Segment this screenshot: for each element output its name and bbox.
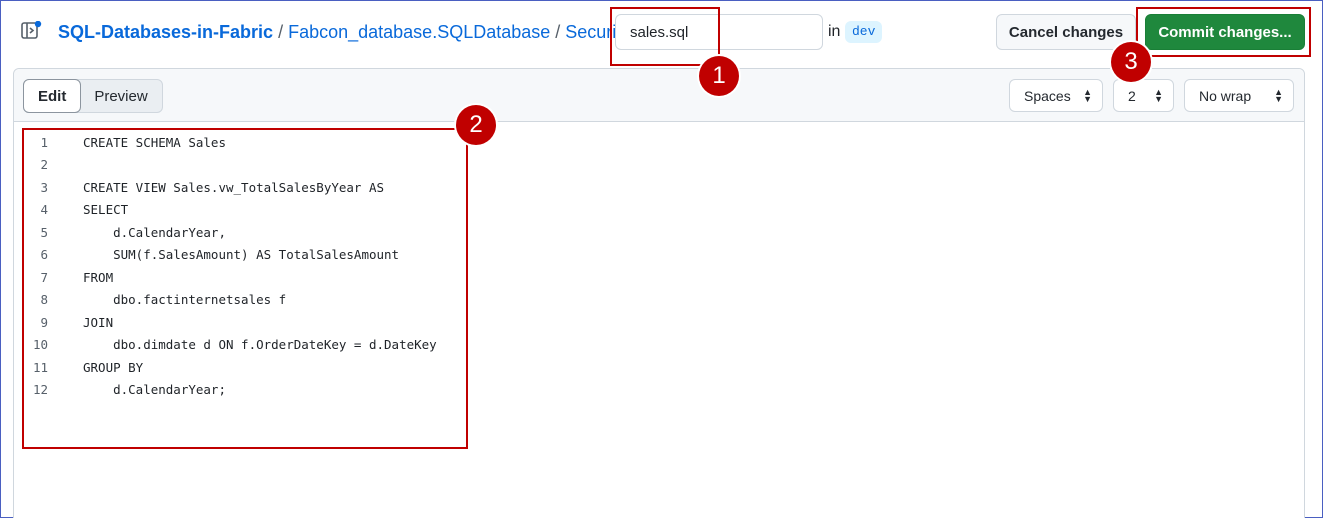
highlight-box-filename xyxy=(610,7,720,66)
indent-size-value: 2 xyxy=(1128,87,1136,104)
updown-arrow-icon: ▲ ▼ xyxy=(1154,86,1163,104)
wrap-mode-select[interactable]: No wrap ▲ ▼ xyxy=(1184,79,1294,112)
edit-preview-toggle: Edit Preview xyxy=(23,79,163,113)
updown-arrow-icon: ▲ ▼ xyxy=(1083,86,1092,104)
breadcrumb-repo-link[interactable]: SQL-Databases-in-Fabric xyxy=(58,22,273,43)
wrap-mode-value: No wrap xyxy=(1199,87,1252,104)
indent-mode-select[interactable]: Spaces ▲ ▼ xyxy=(1009,79,1103,112)
breadcrumb-separator: / xyxy=(555,21,561,42)
breadcrumb-folder-link[interactable]: Fabcon_database.SQLDatabase xyxy=(288,22,550,43)
tab-edit[interactable]: Edit xyxy=(23,79,82,113)
step-marker-1: 1 xyxy=(699,56,739,96)
breadcrumb-separator: / xyxy=(278,21,284,42)
updown-arrow-icon: ▲ ▼ xyxy=(1274,86,1283,104)
highlight-box-commit xyxy=(1136,7,1311,57)
branch-badge: dev xyxy=(845,21,883,43)
sidebar-toggle-icon[interactable] xyxy=(21,20,43,41)
breadcrumb: SQL-Databases-in-Fabric / Fabcon_databas… xyxy=(58,20,645,44)
editor-toolbar: Edit Preview Spaces ▲ ▼ 2 ▲ ▼ No wrap ▲ ▼ xyxy=(14,69,1304,122)
cancel-changes-button[interactable]: Cancel changes xyxy=(996,14,1136,50)
highlight-box-code xyxy=(22,128,468,449)
step-marker-3: 3 xyxy=(1111,42,1151,82)
indent-mode-value: Spaces xyxy=(1024,87,1071,104)
in-label: in xyxy=(828,23,841,40)
tab-preview[interactable]: Preview xyxy=(80,80,161,112)
step-marker-2: 2 xyxy=(456,105,496,145)
indent-size-select[interactable]: 2 ▲ ▼ xyxy=(1113,79,1174,112)
